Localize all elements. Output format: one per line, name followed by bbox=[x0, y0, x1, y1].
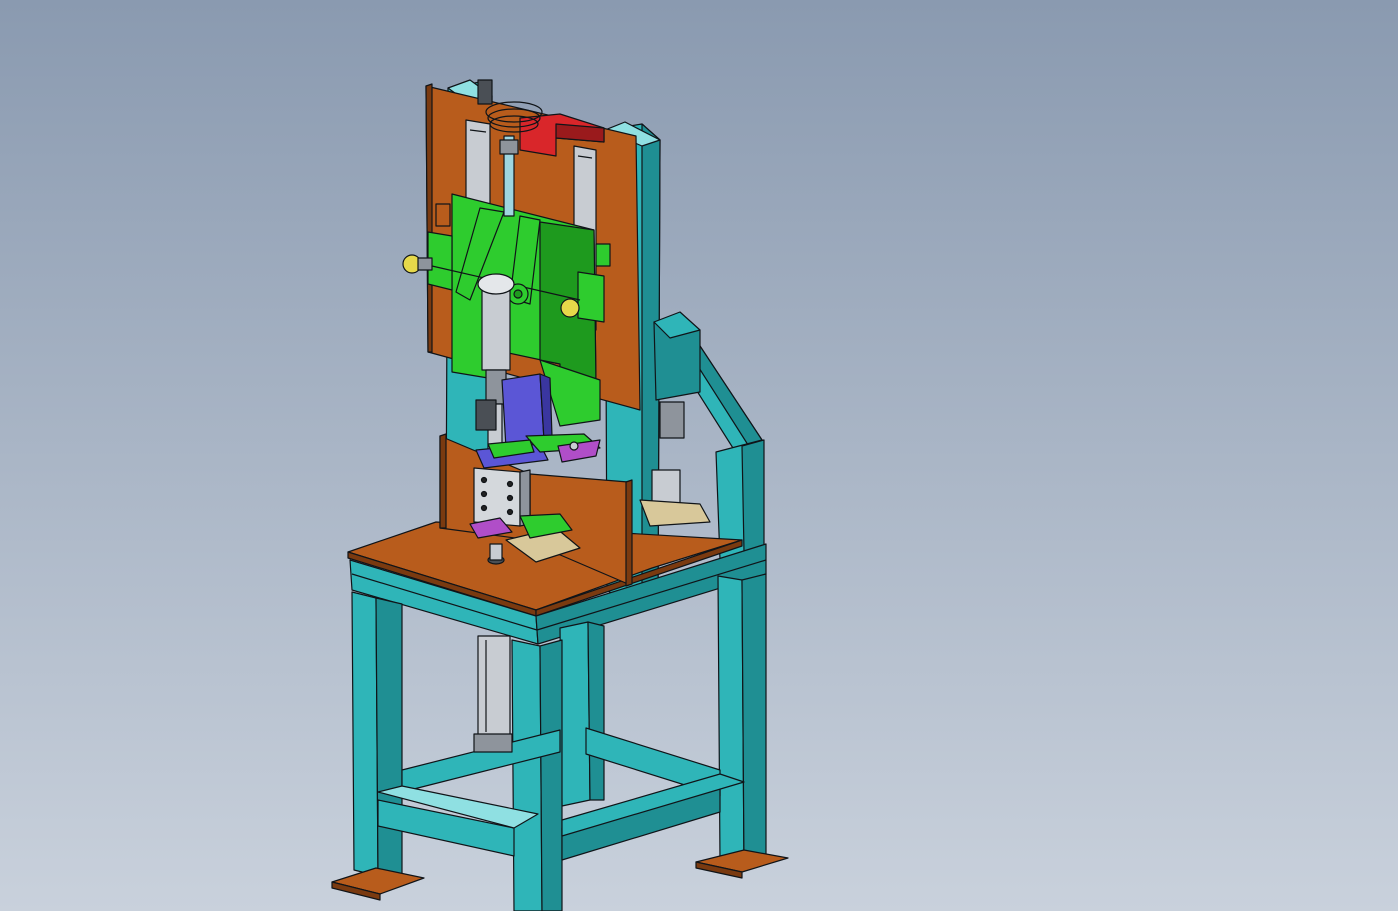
leg-right bbox=[717, 575, 745, 867]
lower-cylinder-end bbox=[473, 733, 513, 753]
right-side-bracket bbox=[577, 271, 605, 323]
ram-block bbox=[475, 399, 497, 431]
cylinder-body bbox=[481, 289, 511, 371]
link-pin bbox=[569, 441, 579, 451]
leg-back-left bbox=[559, 621, 591, 807]
leg-back-left-shade bbox=[587, 621, 605, 801]
main-plate-edge bbox=[425, 83, 433, 353]
side-guard-edge bbox=[625, 479, 633, 587]
die-hole bbox=[480, 476, 488, 484]
right-knob bbox=[560, 298, 580, 318]
leg-front-center bbox=[511, 639, 543, 911]
cad-viewport[interactable] bbox=[0, 0, 1398, 911]
press-machine-model[interactable] bbox=[0, 0, 1398, 911]
die-block-face bbox=[473, 467, 521, 527]
lower-cylinder bbox=[473, 635, 513, 753]
die-hole bbox=[506, 494, 514, 502]
left-small-block bbox=[435, 203, 451, 227]
rear-clamp bbox=[659, 401, 685, 439]
leg-front-left-shade bbox=[375, 597, 403, 879]
die-hole bbox=[480, 490, 488, 498]
die-hole bbox=[506, 480, 514, 488]
leg-right-shade bbox=[741, 573, 767, 867]
leg-front-center-shade bbox=[539, 639, 563, 911]
cylinder-top bbox=[477, 273, 515, 295]
lower-back-plate-edge bbox=[439, 433, 447, 529]
rod-collar bbox=[499, 139, 519, 155]
rear-tan-base bbox=[639, 499, 711, 527]
brace-vertical-shade bbox=[741, 439, 765, 553]
pivot-hole bbox=[513, 289, 523, 299]
die-hole bbox=[480, 504, 488, 512]
die-hole bbox=[506, 508, 514, 516]
lower-cylinder-body bbox=[477, 635, 511, 737]
top-bolt bbox=[477, 79, 493, 105]
table-pin-body bbox=[489, 543, 503, 561]
leg-front-left bbox=[351, 591, 379, 877]
green-small-block bbox=[595, 243, 611, 267]
left-knob-stem bbox=[417, 257, 433, 271]
